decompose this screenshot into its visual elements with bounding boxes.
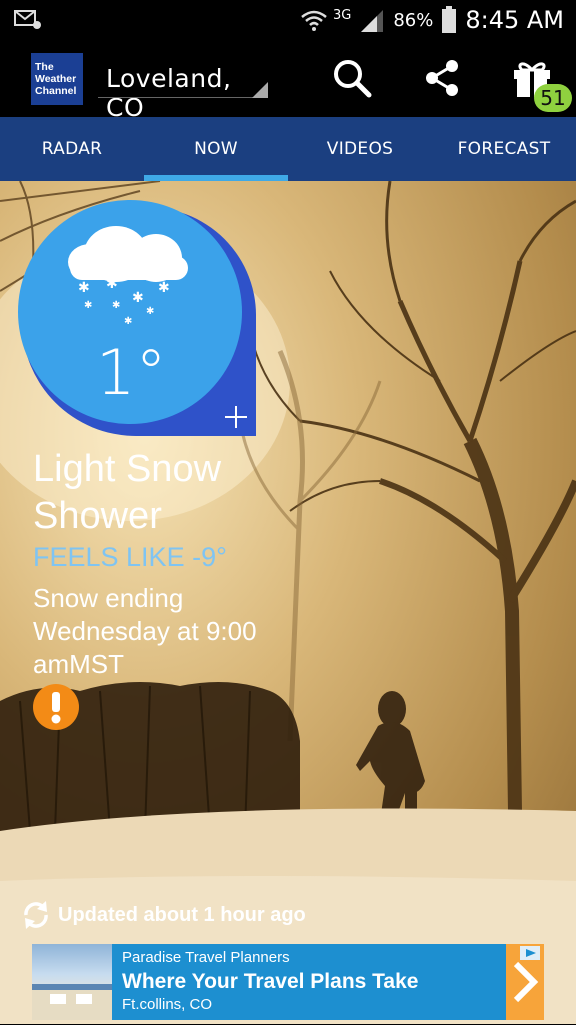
ad-arrow-button[interactable] [506,944,544,1020]
search-icon[interactable] [330,56,374,100]
ad-headline: Where Your Travel Plans Take [122,970,419,993]
clock: 8:45 AM [465,6,564,34]
svg-text:✱: ✱ [84,300,92,311]
svg-text:✱: ✱ [132,290,144,306]
share-icon[interactable] [420,56,464,100]
condition-text: Light Snow Shower [33,448,222,537]
tab-radar[interactable]: RADAR [0,117,144,181]
dropdown-corner-icon [252,82,268,98]
location-underline [98,97,268,98]
feels-like-text: FEELS LIKE -9° [33,542,227,572]
tab-videos[interactable]: VIDEOS [288,117,432,181]
battery-icon [442,6,457,33]
svg-text:✱: ✱ [78,280,90,296]
chevron-right-icon [513,946,540,1003]
svg-text:✱: ✱ [112,300,120,311]
ad-thumbnail-image [32,944,112,1020]
svg-text:✱: ✱ [158,280,170,296]
location-selector[interactable]: Loveland, CO [98,50,270,122]
signal-icon [361,10,384,32]
ad-location: Ft.collins, CO [122,996,213,1013]
wifi-icon [301,10,327,31]
tab-now[interactable]: NOW [144,117,288,181]
ad-advertiser: Paradise Travel Planners [122,949,290,966]
svg-text:✱: ✱ [124,316,132,327]
svg-text:✱: ✱ [146,306,154,317]
refresh-icon[interactable] [20,899,52,931]
svg-text:✱: ✱ [106,276,118,292]
network-type: 3G [332,7,352,23]
weather-channel-logo[interactable]: The Weather Channel [31,53,83,105]
status-bar: 3G 86% 8:45 AM [0,0,576,40]
tab-forecast[interactable]: FORECAST [432,117,576,181]
gift-count-badge: 51 [534,84,572,112]
updated-time-text: Updated about 1 hour ago [58,903,306,926]
weather-alert-text: Snow ending Wednesday at 9:00 amMST [33,583,257,679]
alert-exclamation-icon[interactable] [33,684,79,730]
current-temperature: 1° [96,336,167,409]
app-bar: The Weather Channel Loveland, CO [0,40,576,122]
tab-bar: RADAR NOW VIDEOS FORECAST [0,117,576,181]
mail-notification-icon [14,10,41,29]
refresh-status[interactable]: Updated about 1 hour ago [20,898,306,932]
battery-percent: 86% [393,9,434,31]
location-name: Loveland, CO [106,64,232,122]
ad-banner[interactable]: Paradise Travel Planners Where Your Trav… [32,944,544,1020]
